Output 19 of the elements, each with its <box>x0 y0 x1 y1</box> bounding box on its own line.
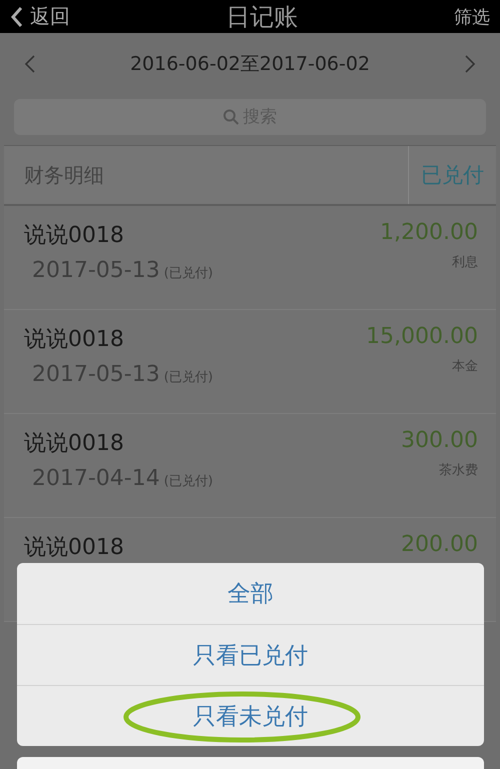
entry-amount: 300.00 <box>401 428 478 453</box>
entry-name: 说说0018 <box>24 222 125 250</box>
entry-amount: 15,000.00 <box>366 324 478 349</box>
date-range: 2016-06-02至2017-06-02 <box>130 52 370 77</box>
entry-name: 说说0018 <box>24 326 125 354</box>
filter-button[interactable]: 筛选 <box>454 4 490 28</box>
search-icon <box>223 109 239 125</box>
back-icon <box>10 6 24 28</box>
entry-amount: 1,200.00 <box>380 220 478 245</box>
entry-name: 说说0018 <box>24 430 125 458</box>
next-icon[interactable] <box>464 54 476 74</box>
sheet-option[interactable]: 只看未兑付 <box>17 685 484 746</box>
sheet-option[interactable]: 全部 <box>17 563 484 624</box>
previous-icon[interactable] <box>24 54 36 74</box>
entry-amount: 200.00 <box>401 532 478 557</box>
entry-name: 说说0018 <box>24 534 124 562</box>
page-title: 日记账 <box>226 2 298 32</box>
sheet-option[interactable]: 只看已兑付 <box>17 624 484 685</box>
back-button[interactable]: 返回 <box>10 3 70 30</box>
